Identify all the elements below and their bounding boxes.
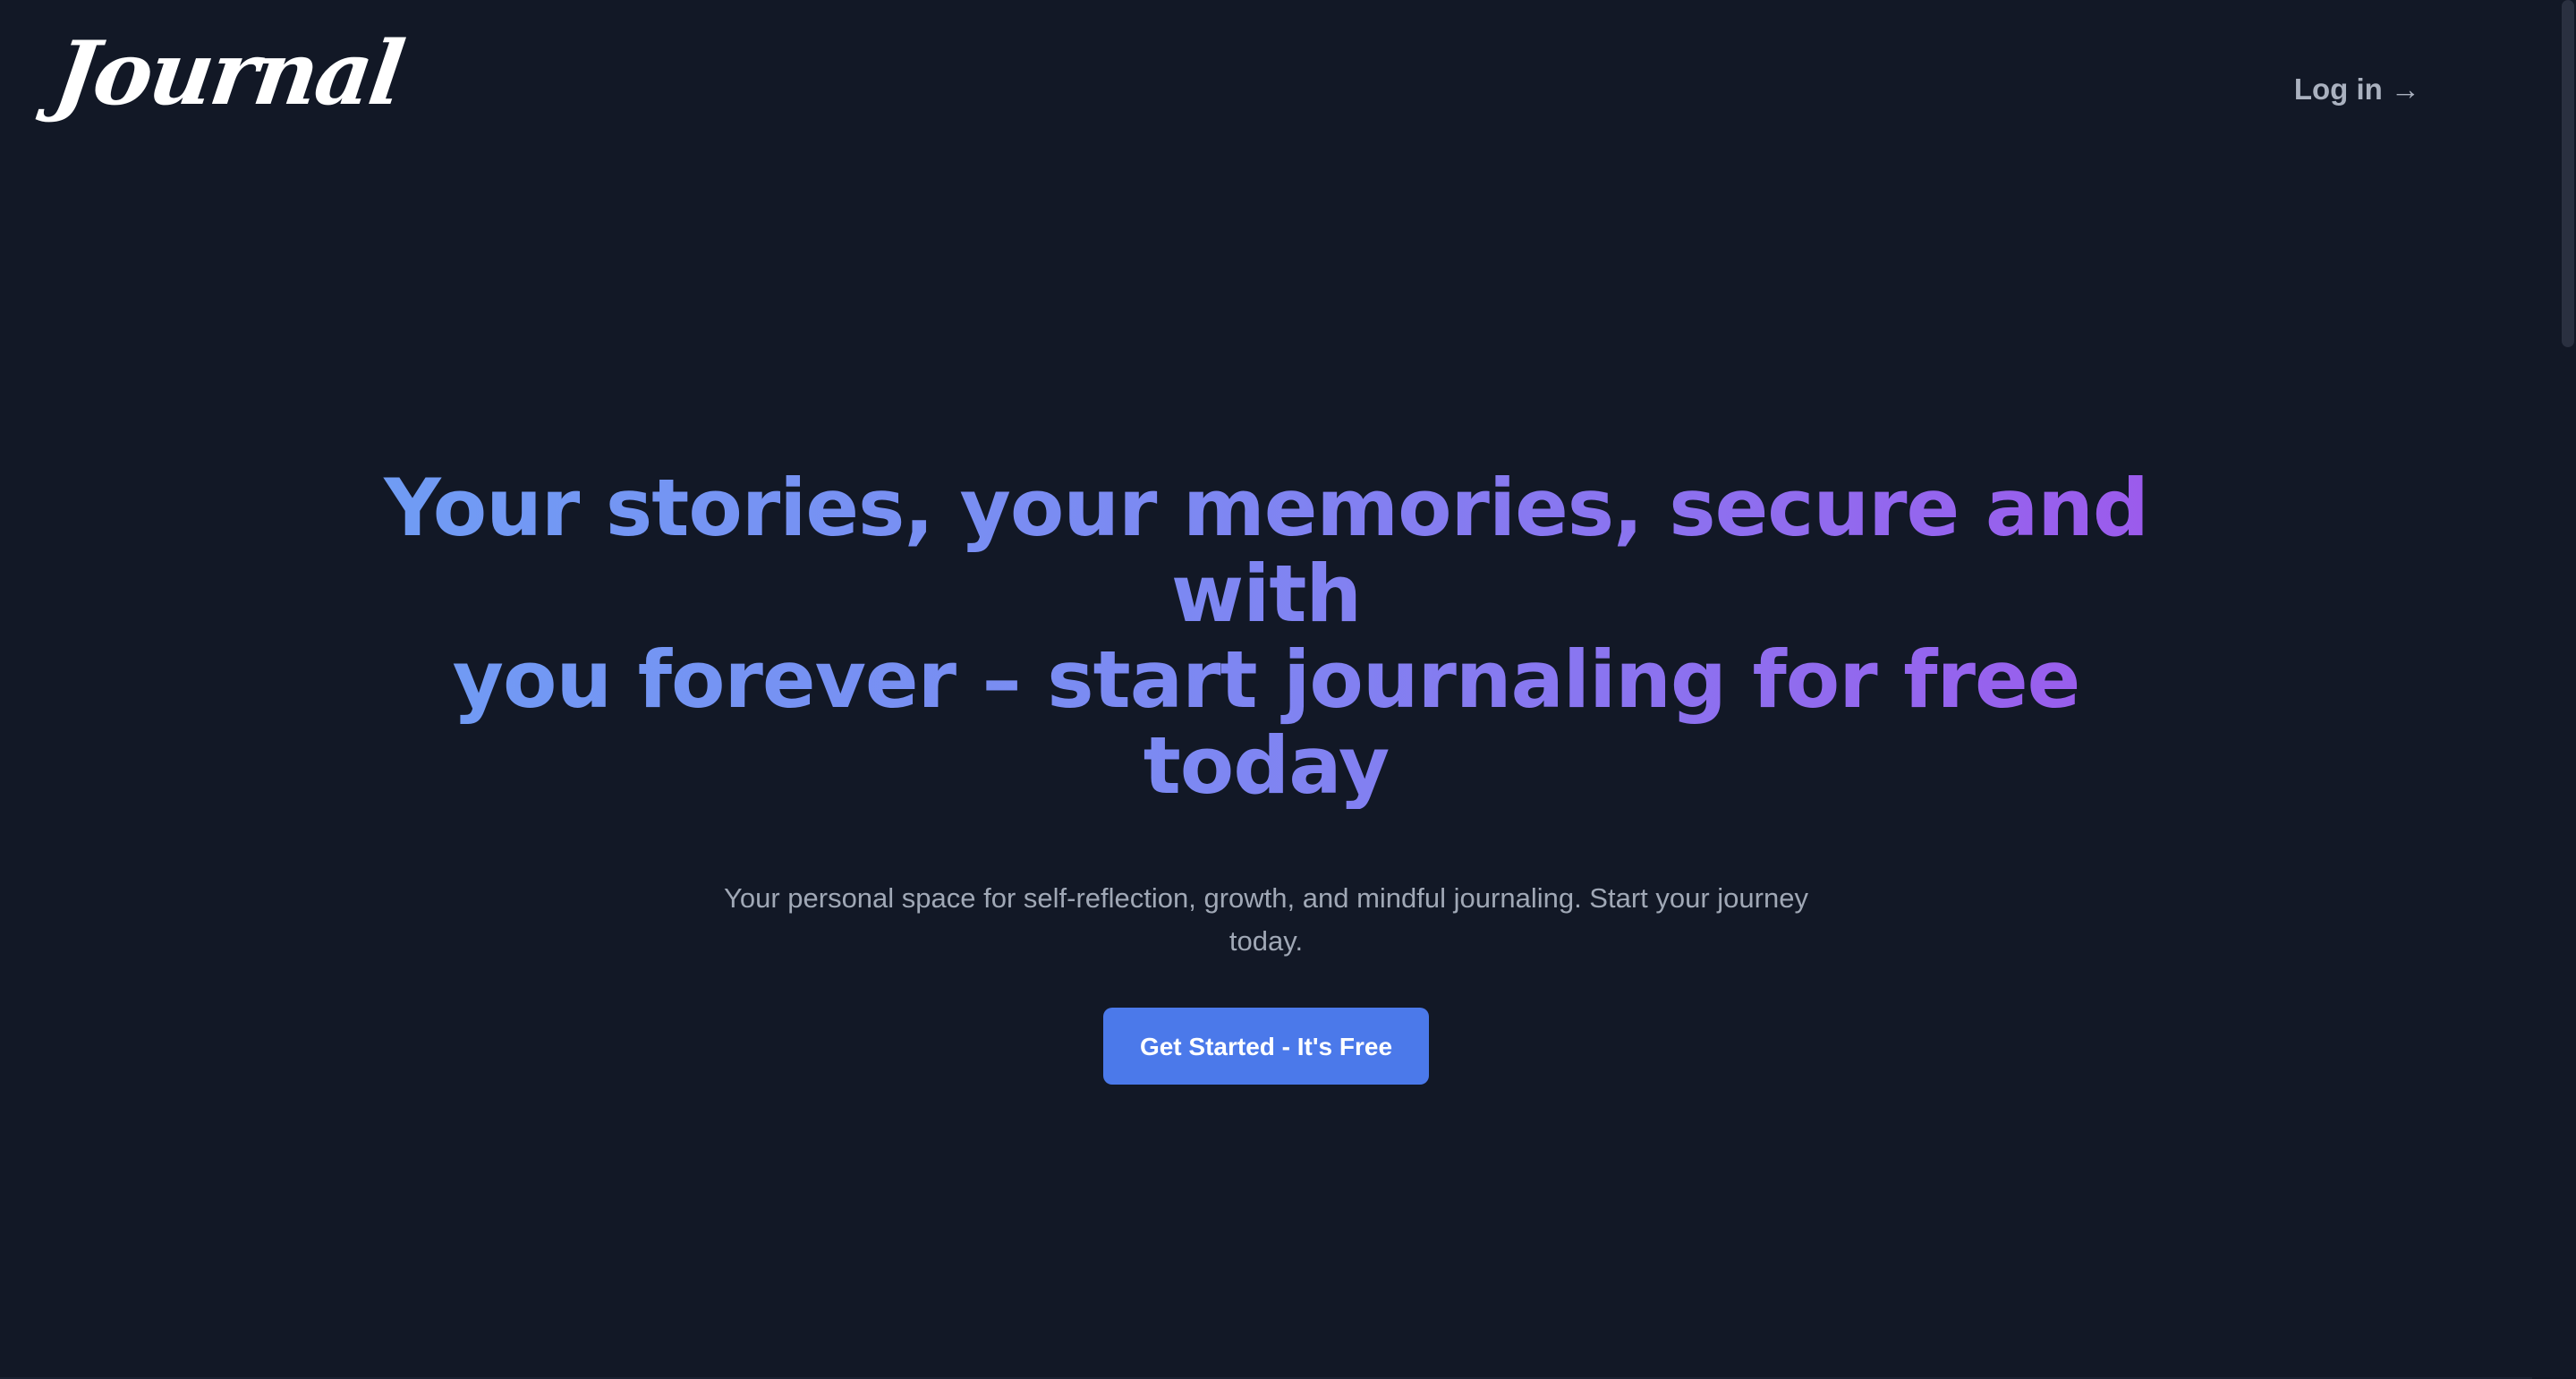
journal-logo[interactable]: Journal <box>48 22 408 125</box>
get-started-button[interactable]: Get Started - It's Free <box>1103 1008 1429 1085</box>
hero-headline: Your stories, your memories, secure and … <box>327 465 2206 809</box>
hero-section: Your stories, your memories, secure and … <box>0 465 2532 1085</box>
landing-page: Journal Log in → Your stories, your memo… <box>0 0 2576 1379</box>
scrollbar-thumb[interactable] <box>2562 0 2574 347</box>
headline-line-1: Your stories, your memories, secure and … <box>384 462 2148 640</box>
vertical-scrollbar[interactable] <box>2547 0 2576 1379</box>
login-link[interactable]: Log in → <box>2294 67 2420 112</box>
headline-line-2: you forever – start journaling for free … <box>452 634 2080 812</box>
hero-subheadline: Your personal space for self-reflection,… <box>724 882 1808 957</box>
site-header: Journal Log in → <box>0 0 2532 179</box>
